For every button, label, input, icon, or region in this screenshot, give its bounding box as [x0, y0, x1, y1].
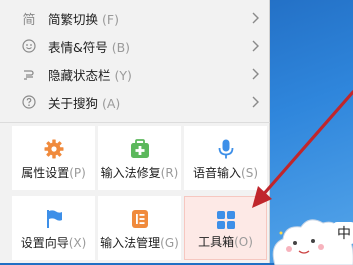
tile-text: 输入法修复 [100, 166, 161, 180]
help-icon [21, 94, 37, 110]
chevron-right-icon [252, 12, 259, 24]
tile-shortcut: (R) [160, 166, 179, 180]
chevron-right-icon [252, 68, 259, 80]
hide-statusbar-icon [21, 66, 37, 82]
tile-shortcut: (S) [241, 166, 258, 180]
tile-voice-input[interactable]: 语音输入(S) [184, 126, 267, 190]
menu-item-emoji-symbols[interactable]: 表情&符号 (B) [0, 32, 270, 60]
tile-label: 输入法管理(G) [98, 234, 181, 251]
menu-item-label: 表情&符号 (B) [48, 37, 130, 56]
menu-item-shortcut: (Y) [114, 67, 132, 83]
menu-item-label: 简繁切换 (F) [48, 9, 119, 28]
repair-kit-icon [130, 139, 149, 158]
menu-divider [0, 122, 270, 123]
tile-label: 输入法修复(R) [98, 164, 181, 181]
tile-text: 工具箱 [198, 235, 235, 249]
menu-item-about[interactable]: 关于搜狗 (A) [0, 88, 270, 116]
simplified-traditional-icon: 简 [22, 12, 36, 28]
tile-label: 设置向导(X) [12, 234, 95, 251]
chevron-right-icon [252, 40, 259, 52]
grid-icon [216, 211, 235, 229]
tile-ime-manager[interactable]: 输入法管理(G) [98, 196, 181, 260]
chevron-right-icon [252, 96, 259, 108]
menu-item-text: 简繁切换 [48, 11, 99, 27]
flag-icon [46, 210, 62, 228]
microphone-icon [218, 139, 233, 159]
menu-item-shortcut: (A) [102, 95, 121, 111]
tile-ime-repair[interactable]: 输入法修复(R) [98, 126, 181, 190]
tile-text: 语音输入 [193, 166, 242, 180]
tile-text: 输入法管理 [100, 236, 161, 250]
menu-item-text: 关于搜狗 [48, 95, 99, 111]
tile-label: 属性设置(P) [12, 164, 95, 181]
tile-shortcut: (G) [160, 236, 179, 250]
menu-item-hide-statusbar[interactable]: 隐藏状态栏 (Y) [0, 60, 270, 88]
tile-shortcut: (P) [69, 166, 86, 180]
list-icon [131, 210, 148, 228]
tile-text: 属性设置 [21, 166, 70, 180]
ime-context-menu: 简 简繁切换 (F) 表情&符号 (B) 隐藏状态栏 (Y) 关于搜狗 (A) [0, 0, 270, 263]
tile-label: 工具箱(O) [185, 233, 266, 250]
tile-shortcut: (O) [234, 235, 253, 249]
menu-item-label: 隐藏状态栏 (Y) [48, 65, 132, 84]
emoji-icon [21, 38, 37, 54]
tile-shortcut: (X) [68, 236, 87, 250]
menu-item-text: 表情&符号 [48, 39, 108, 55]
menu-item-shortcut: (B) [111, 39, 131, 55]
menu-item-text: 隐藏状态栏 [48, 67, 111, 83]
gear-icon [44, 139, 63, 159]
menu-item-shortcut: (F) [102, 11, 119, 27]
tile-label: 语音输入(S) [184, 164, 267, 181]
tile-setup-wizard[interactable]: 设置向导(X) [12, 196, 95, 260]
tile-text: 设置向导 [20, 236, 69, 250]
menu-item-simplified-traditional[interactable]: 简 简繁切换 (F) [0, 4, 270, 32]
tile-properties-settings[interactable]: 属性设置(P) [12, 126, 95, 190]
tools-grid: 属性设置(P) 输入法修复(R) 语音输入(S) 设置向导(X) 输入法管理(G… [12, 126, 268, 262]
sticker-character-text: 中 [333, 222, 353, 244]
menu-item-label: 关于搜狗 (A) [48, 93, 120, 112]
tile-toolbox[interactable]: 工具箱(O) [184, 196, 267, 260]
